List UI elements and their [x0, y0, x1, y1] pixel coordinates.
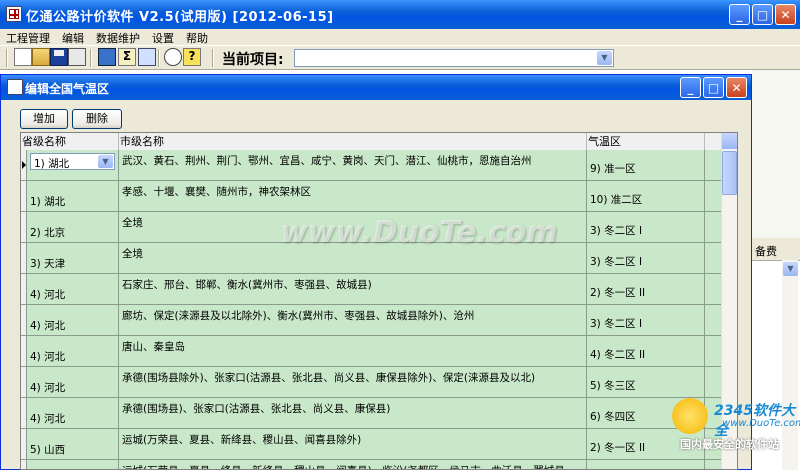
chevron-down-icon[interactable]: ▼ — [597, 51, 612, 65]
menu-data[interactable]: 数据维护 — [90, 29, 146, 45]
province-cell[interactable]: 5) 山西 — [27, 429, 119, 459]
menu-edit[interactable]: 编辑 — [56, 29, 90, 45]
calculator-icon[interactable] — [138, 48, 156, 66]
table-row[interactable]: 5) 山西 运城(万荣县、夏县、新绛县、稷山县、闻喜县除外) 2) 冬一区 II — [21, 429, 723, 460]
current-row-icon — [22, 161, 26, 169]
zone-cell[interactable]: 2) 冬一区 II — [587, 274, 705, 304]
province-cell[interactable]: 1) 湖北 ▼ — [27, 150, 119, 180]
minimize-button[interactable]: _ — [729, 4, 750, 25]
zone-cell[interactable]: 10) 准二区 — [587, 181, 705, 211]
province-cell[interactable]: 4) 河北 — [27, 305, 119, 335]
background-panel — [752, 70, 800, 238]
scroll-down-icon[interactable]: ▼ — [783, 262, 798, 276]
menu-help[interactable]: 帮助 — [180, 29, 214, 45]
toolbar-grip — [6, 49, 8, 67]
dialog-close-button[interactable]: ✕ — [726, 77, 747, 98]
menu-bar: 工程管理 编辑 数据维护 设置 帮助 — [0, 29, 800, 45]
current-project-select[interactable]: ▼ — [294, 49, 614, 67]
main-title-bar: 亿通公路计价软件 V2.5(试用版) [2012-06-15] _ □ ✕ — [0, 0, 800, 29]
dialog-title: 编辑全国气温区 — [25, 82, 110, 96]
delete-button[interactable]: 删除 — [72, 109, 122, 129]
logo-slogan: 国内最安全的软件站 — [680, 438, 779, 451]
help-icon[interactable]: ? — [183, 48, 201, 66]
city-cell[interactable]: 运城(万荣县、夏县、新绛县、稷山县、闻喜县除外) — [119, 429, 587, 459]
zone-cell[interactable]: 3) 冬二区 I — [587, 212, 705, 242]
print-icon[interactable] — [68, 48, 86, 66]
province-cell[interactable]: 3) 天津 — [27, 243, 119, 273]
background-fee-header: 备费 — [755, 245, 777, 258]
province-cell[interactable]: 1) 湖北 — [27, 181, 119, 211]
site-logo: 2345软件大全 www.DuoTe.com 国内最安全的软件站 — [672, 398, 800, 470]
add-button[interactable]: 增加 — [20, 109, 68, 129]
city-cell[interactable]: 唐山、秦皇岛 — [119, 336, 587, 366]
zone-cell[interactable]: 3) 冬二区 I — [587, 305, 705, 335]
province-select[interactable]: 1) 湖北 ▼ — [30, 153, 115, 170]
close-button[interactable]: ✕ — [775, 4, 796, 25]
new-file-icon[interactable] — [14, 48, 32, 66]
toolbar-separator — [90, 49, 92, 67]
open-folder-icon[interactable] — [32, 48, 50, 66]
scrollbar-thumb[interactable] — [722, 151, 737, 195]
dialog-maximize-button[interactable]: □ — [703, 77, 724, 98]
mascot-icon — [672, 398, 708, 434]
save-icon[interactable] — [50, 48, 68, 66]
province-cell[interactable] — [27, 460, 119, 469]
dialog-minimize-button[interactable]: _ — [680, 77, 701, 98]
scroll-up-icon[interactable] — [722, 133, 737, 149]
city-cell[interactable]: 运城(万荣县、夏县、绛县、新绛县、稷山县、闻喜县)、临汾(尧都区、侯马市、曲沃县… — [119, 460, 587, 469]
grid-header: 省级名称 市级名称 气温区 — [21, 133, 723, 151]
temperature-zone-dialog: 编辑全国气温区 _ □ ✕ 增加 删除 省级名称 市级名称 气温区 1) 湖北 … — [0, 74, 752, 470]
province-cell[interactable]: 4) 河北 — [27, 336, 119, 366]
maximize-button[interactable]: □ — [752, 4, 773, 25]
dialog-icon — [7, 79, 23, 95]
dialog-title-bar: 编辑全国气温区 _ □ ✕ — [1, 75, 751, 100]
zone-cell[interactable]: 4) 冬二区 II — [587, 336, 705, 366]
table-row[interactable]: 1) 湖北 ▼ 武汉、黄石、荆州、荆门、鄂州、宜昌、咸宁、黄岗、天门、潜江、仙桃… — [21, 150, 723, 181]
city-cell[interactable]: 承德(围场县除外)、张家口(沽源县、张北县、尚义县、康保县除外)、保定(涞源县及… — [119, 367, 587, 397]
menu-settings[interactable]: 设置 — [146, 29, 180, 45]
current-project-label: 当前项目: — [222, 52, 284, 68]
zone-cell[interactable]: 5) 冬三区 — [587, 367, 705, 397]
toolbar-separator — [212, 49, 214, 67]
table-row[interactable]: 4) 河北 廊坊、保定(涞源县及以北除外)、衡水(冀州市、枣强县、故城县除外)、… — [21, 305, 723, 336]
province-select-value: 1) 湖北 — [34, 158, 70, 170]
zone-cell[interactable]: 3) 冬二区 I — [587, 243, 705, 273]
chevron-down-icon[interactable]: ▼ — [98, 155, 113, 168]
app-icon — [6, 6, 22, 22]
header-zone[interactable]: 气温区 — [587, 133, 705, 150]
city-cell[interactable]: 承德(围场县)、张家口(沽源县、张北县、尚义县、康保县) — [119, 398, 587, 428]
province-cell[interactable]: 2) 北京 — [27, 212, 119, 242]
province-cell[interactable]: 4) 河北 — [27, 398, 119, 428]
duote-watermark: www.DuoTe.com — [280, 215, 558, 250]
table-row[interactable]: 运城(万荣县、夏县、绛县、新绛县、稷山县、闻喜县)、临汾(尧都区、侯马市、曲沃县… — [21, 460, 723, 469]
province-cell[interactable]: 4) 河北 — [27, 367, 119, 397]
table-row[interactable]: 4) 河北 石家庄、邢台、邯郸、衡水(冀州市、枣强县、故城县) 2) 冬一区 I… — [21, 274, 723, 305]
zone-grid: 省级名称 市级名称 气温区 1) 湖北 ▼ 武汉、黄石、荆州、荆门、鄂州、宜昌、… — [20, 132, 738, 470]
logo-url: www.DuoTe.com — [722, 418, 800, 429]
city-cell[interactable]: 廊坊、保定(涞源县及以北除外)、衡水(冀州市、枣强县、故城县除外)、沧州 — [119, 305, 587, 335]
header-province[interactable]: 省级名称 — [21, 133, 119, 150]
clock-icon[interactable] — [164, 48, 182, 66]
city-cell[interactable]: 孝感、十堰、襄樊、随州市，神农架林区 — [119, 181, 587, 211]
city-cell[interactable]: 武汉、黄石、荆州、荆门、鄂州、宜昌、咸宁、黄岗、天门、潜江、仙桃市，恩施自治州 — [119, 150, 587, 180]
header-city[interactable]: 市级名称 — [119, 133, 587, 150]
menu-project[interactable]: 工程管理 — [0, 29, 56, 45]
zone-cell[interactable]: 9) 准一区 — [587, 150, 705, 180]
toolbar: Σ ? 当前项目: ▼ — [0, 45, 800, 70]
table-row[interactable]: 4) 河北 承德(围场县)、张家口(沽源县、张北县、尚义县、康保县) 6) 冬四… — [21, 398, 723, 429]
report-icon[interactable] — [98, 48, 116, 66]
table-row[interactable]: 4) 河北 唐山、秦皇岛 4) 冬二区 II — [21, 336, 723, 367]
province-cell[interactable]: 4) 河北 — [27, 274, 119, 304]
toolbar-separator — [158, 49, 160, 67]
app-title: 亿通公路计价软件 V2.5(试用版) [2012-06-15] — [26, 10, 334, 25]
table-row[interactable]: 1) 湖北 孝感、十堰、襄樊、随州市，神农架林区 10) 准二区 — [21, 181, 723, 212]
sum-icon[interactable]: Σ — [118, 48, 136, 66]
city-cell[interactable]: 石家庄、邢台、邯郸、衡水(冀州市、枣强县、故城县) — [119, 274, 587, 304]
table-row[interactable]: 4) 河北 承德(围场县除外)、张家口(沽源县、张北县、尚义县、康保县除外)、保… — [21, 367, 723, 398]
